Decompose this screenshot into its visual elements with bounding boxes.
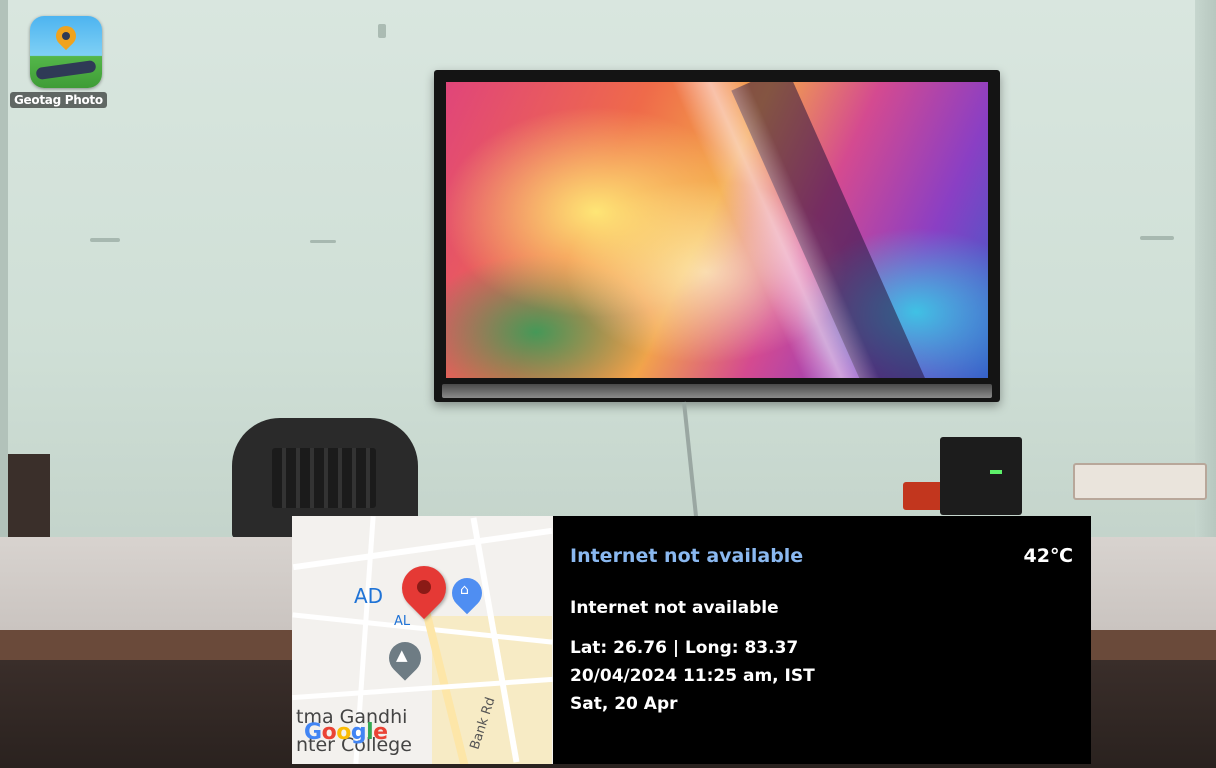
coordinates-line: Lat: 26.76 | Long: 83.37 xyxy=(570,638,799,658)
map-place-label: AL xyxy=(394,614,411,629)
chair-pattern xyxy=(272,448,376,508)
map-place-label: AD xyxy=(354,584,384,608)
app-icon-road xyxy=(35,59,97,81)
tv-screen xyxy=(446,82,988,378)
location-pin-dot xyxy=(417,580,431,594)
tv-cable xyxy=(682,401,699,517)
ups-unit xyxy=(940,437,1022,515)
tv-bezel xyxy=(442,384,992,398)
app-label[interactable]: Geotag Photo xyxy=(10,92,107,108)
datetime-line: 20/04/2024 11:25 am, IST xyxy=(570,666,815,686)
wall-stain xyxy=(1140,236,1174,240)
wall-stain xyxy=(310,240,336,243)
red-device xyxy=(903,482,943,510)
location-map: AD AL tma Gandhi nter College Bank Rd ⌂ … xyxy=(292,516,553,764)
electrical-switchboard xyxy=(1073,463,1207,500)
day-line: Sat, 20 Apr xyxy=(570,694,678,714)
wall-stain xyxy=(90,238,120,242)
google-attribution: Google xyxy=(304,720,388,745)
temperature: 42℃ xyxy=(1023,545,1073,567)
address-line: Internet not available xyxy=(570,598,779,618)
map-road xyxy=(292,527,553,571)
wall-stain xyxy=(378,24,386,38)
info-title: Internet not available xyxy=(570,545,804,567)
shopping-bag-icon: ⌂ xyxy=(460,582,469,598)
app-icon-pin-dot xyxy=(62,32,70,40)
ups-status-led xyxy=(990,470,1002,474)
wall-mounted-tv xyxy=(434,70,1000,402)
geotag-photo-app-icon[interactable] xyxy=(30,16,102,88)
geotag-info-panel: Internet not available 42℃ Internet not … xyxy=(553,516,1091,764)
chair-partial xyxy=(8,454,50,544)
graduation-cap-icon: ▲ xyxy=(396,646,408,664)
